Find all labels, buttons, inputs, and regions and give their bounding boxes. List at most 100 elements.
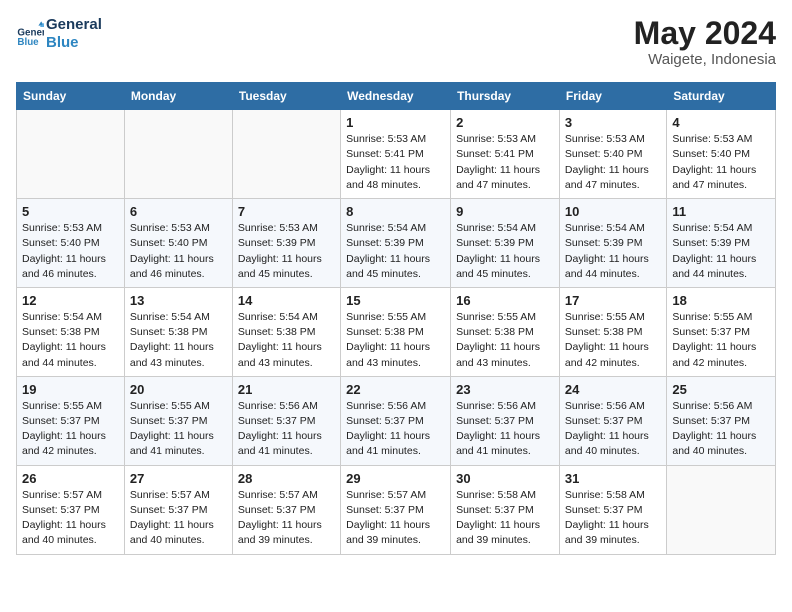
- calendar-cell: 14 Sunrise: 5:54 AM Sunset: 5:38 PM Dayli…: [232, 287, 340, 376]
- logo-text-general: General: [46, 16, 102, 34]
- calendar-cell: 11 Sunrise: 5:54 AM Sunset: 5:39 PM Dayli…: [667, 199, 776, 288]
- weekday-header-monday: Monday: [124, 83, 232, 110]
- logo-icon: General Blue: [16, 20, 44, 48]
- calendar-cell: 22 Sunrise: 5:56 AM Sunset: 5:37 PM Dayli…: [341, 376, 451, 465]
- calendar-cell: 2 Sunrise: 5:53 AM Sunset: 5:41 PM Daylig…: [451, 110, 560, 199]
- day-info: Sunrise: 5:53 AM Sunset: 5:40 PM Dayligh…: [22, 221, 119, 282]
- day-info: Sunrise: 5:53 AM Sunset: 5:40 PM Dayligh…: [130, 221, 227, 282]
- calendar-cell: 13Sunrise: 5:54 AM Sunset: 5:38 PM Dayli…: [124, 287, 232, 376]
- day-info: Sunrise: 5:56 AM Sunset: 5:37 PM Dayligh…: [238, 399, 335, 460]
- calendar-cell: 12 Sunrise: 5:54 AM Sunset: 5:38 PM Dayli…: [17, 287, 125, 376]
- day-number: 6: [130, 204, 227, 219]
- day-info: Sunrise: 5:58 AM Sunset: 5:37 PM Dayligh…: [565, 488, 661, 549]
- day-info: Sunrise: 5:54 AM Sunset: 5:39 PM Dayligh…: [565, 221, 661, 282]
- day-number: 16: [456, 293, 554, 308]
- day-info: Sunrise: 5:54 AM Sunset: 5:38 PM Dayligh…: [238, 310, 335, 371]
- day-number: 25: [672, 382, 770, 397]
- day-number: 27: [130, 471, 227, 486]
- day-number: 8: [346, 204, 445, 219]
- day-number: 12: [22, 293, 119, 308]
- day-info: Sunrise: 5:53 AM Sunset: 5:41 PM Dayligh…: [456, 132, 554, 193]
- month-year-title: May 2024: [634, 16, 776, 51]
- day-info: Sunrise: 5:56 AM Sunset: 5:37 PM Dayligh…: [565, 399, 661, 460]
- day-number: 26: [22, 471, 119, 486]
- day-number: 14: [238, 293, 335, 308]
- day-number: 20: [130, 382, 227, 397]
- day-number: 7: [238, 204, 335, 219]
- day-info: Sunrise: 5:53 AM Sunset: 5:40 PM Dayligh…: [672, 132, 770, 193]
- calendar-cell: 31 Sunrise: 5:58 AM Sunset: 5:37 PM Dayli…: [559, 465, 666, 554]
- calendar-table: SundayMondayTuesdayWednesdayThursdayFrid…: [16, 82, 776, 554]
- day-number: 28: [238, 471, 335, 486]
- calendar-cell: 5 Sunrise: 5:53 AM Sunset: 5:40 PM Daylig…: [17, 199, 125, 288]
- day-info: Sunrise: 5:55 AM Sunset: 5:38 PM Dayligh…: [565, 310, 661, 371]
- logo: General Blue General Blue: [16, 16, 102, 52]
- calendar-cell: 18Sunrise: 5:55 AM Sunset: 5:37 PM Dayli…: [667, 287, 776, 376]
- calendar-cell: 25 Sunrise: 5:56 AM Sunset: 5:37 PM Dayli…: [667, 376, 776, 465]
- calendar-cell: 4 Sunrise: 5:53 AM Sunset: 5:40 PM Daylig…: [667, 110, 776, 199]
- day-number: 17: [565, 293, 661, 308]
- calendar-week-2: 5 Sunrise: 5:53 AM Sunset: 5:40 PM Daylig…: [17, 199, 776, 288]
- day-info: Sunrise: 5:54 AM Sunset: 5:38 PM Dayligh…: [22, 310, 119, 371]
- day-number: 23: [456, 382, 554, 397]
- calendar-week-5: 26 Sunrise: 5:57 AM Sunset: 5:37 PM Dayli…: [17, 465, 776, 554]
- day-info: Sunrise: 5:57 AM Sunset: 5:37 PM Dayligh…: [130, 488, 227, 549]
- calendar-week-3: 12 Sunrise: 5:54 AM Sunset: 5:38 PM Dayli…: [17, 287, 776, 376]
- day-info: Sunrise: 5:56 AM Sunset: 5:37 PM Dayligh…: [672, 399, 770, 460]
- calendar-cell: 30Sunrise: 5:58 AM Sunset: 5:37 PM Dayli…: [451, 465, 560, 554]
- location-subtitle: Waigete, Indonesia: [634, 51, 776, 68]
- calendar-cell: 9 Sunrise: 5:54 AM Sunset: 5:39 PM Daylig…: [451, 199, 560, 288]
- day-info: Sunrise: 5:53 AM Sunset: 5:41 PM Dayligh…: [346, 132, 445, 193]
- calendar-cell: 16 Sunrise: 5:55 AM Sunset: 5:38 PM Dayli…: [451, 287, 560, 376]
- day-info: Sunrise: 5:57 AM Sunset: 5:37 PM Dayligh…: [346, 488, 445, 549]
- calendar-cell: 15Sunrise: 5:55 AM Sunset: 5:38 PM Dayli…: [341, 287, 451, 376]
- title-block: May 2024 Waigete, Indonesia: [634, 16, 776, 68]
- weekday-header-row: SundayMondayTuesdayWednesdayThursdayFrid…: [17, 83, 776, 110]
- calendar-cell: 6 Sunrise: 5:53 AM Sunset: 5:40 PM Daylig…: [124, 199, 232, 288]
- day-number: 11: [672, 204, 770, 219]
- day-number: 10: [565, 204, 661, 219]
- weekday-header-wednesday: Wednesday: [341, 83, 451, 110]
- calendar-week-1: 1 Sunrise: 5:53 AM Sunset: 5:41 PM Daylig…: [17, 110, 776, 199]
- day-number: 24: [565, 382, 661, 397]
- logo-text-blue: Blue: [46, 34, 102, 52]
- day-info: Sunrise: 5:57 AM Sunset: 5:37 PM Dayligh…: [22, 488, 119, 549]
- calendar-cell: 23Sunrise: 5:56 AM Sunset: 5:37 PM Dayli…: [451, 376, 560, 465]
- calendar-cell: 3Sunrise: 5:53 AM Sunset: 5:40 PM Daylig…: [559, 110, 666, 199]
- calendar-cell: [124, 110, 232, 199]
- day-number: 15: [346, 293, 445, 308]
- calendar-cell: 17 Sunrise: 5:55 AM Sunset: 5:38 PM Dayli…: [559, 287, 666, 376]
- day-number: 4: [672, 115, 770, 130]
- weekday-header-tuesday: Tuesday: [232, 83, 340, 110]
- day-number: 31: [565, 471, 661, 486]
- page-header: General Blue General Blue May 2024 Waige…: [16, 16, 776, 68]
- day-number: 9: [456, 204, 554, 219]
- calendar-cell: 10 Sunrise: 5:54 AM Sunset: 5:39 PM Dayli…: [559, 199, 666, 288]
- day-info: Sunrise: 5:53 AM Sunset: 5:40 PM Dayligh…: [565, 132, 661, 193]
- calendar-cell: [667, 465, 776, 554]
- day-number: 1: [346, 115, 445, 130]
- weekday-header-friday: Friday: [559, 83, 666, 110]
- day-number: 2: [456, 115, 554, 130]
- svg-text:Blue: Blue: [17, 37, 39, 48]
- calendar-cell: 26 Sunrise: 5:57 AM Sunset: 5:37 PM Dayli…: [17, 465, 125, 554]
- day-info: Sunrise: 5:57 AM Sunset: 5:37 PM Dayligh…: [238, 488, 335, 549]
- day-info: Sunrise: 5:54 AM Sunset: 5:39 PM Dayligh…: [456, 221, 554, 282]
- weekday-header-saturday: Saturday: [667, 83, 776, 110]
- day-number: 22: [346, 382, 445, 397]
- day-number: 29: [346, 471, 445, 486]
- calendar-cell: 19Sunrise: 5:55 AM Sunset: 5:37 PM Dayli…: [17, 376, 125, 465]
- day-info: Sunrise: 5:55 AM Sunset: 5:37 PM Dayligh…: [672, 310, 770, 371]
- day-info: Sunrise: 5:54 AM Sunset: 5:39 PM Dayligh…: [672, 221, 770, 282]
- calendar-cell: 21Sunrise: 5:56 AM Sunset: 5:37 PM Dayli…: [232, 376, 340, 465]
- calendar-week-4: 19Sunrise: 5:55 AM Sunset: 5:37 PM Dayli…: [17, 376, 776, 465]
- calendar-cell: 20Sunrise: 5:55 AM Sunset: 5:37 PM Dayli…: [124, 376, 232, 465]
- day-info: Sunrise: 5:53 AM Sunset: 5:39 PM Dayligh…: [238, 221, 335, 282]
- day-number: 19: [22, 382, 119, 397]
- day-info: Sunrise: 5:56 AM Sunset: 5:37 PM Dayligh…: [346, 399, 445, 460]
- calendar-cell: 28 Sunrise: 5:57 AM Sunset: 5:37 PM Dayli…: [232, 465, 340, 554]
- day-number: 5: [22, 204, 119, 219]
- day-info: Sunrise: 5:55 AM Sunset: 5:38 PM Dayligh…: [456, 310, 554, 371]
- weekday-header-thursday: Thursday: [451, 83, 560, 110]
- calendar-cell: 27 Sunrise: 5:57 AM Sunset: 5:37 PM Dayli…: [124, 465, 232, 554]
